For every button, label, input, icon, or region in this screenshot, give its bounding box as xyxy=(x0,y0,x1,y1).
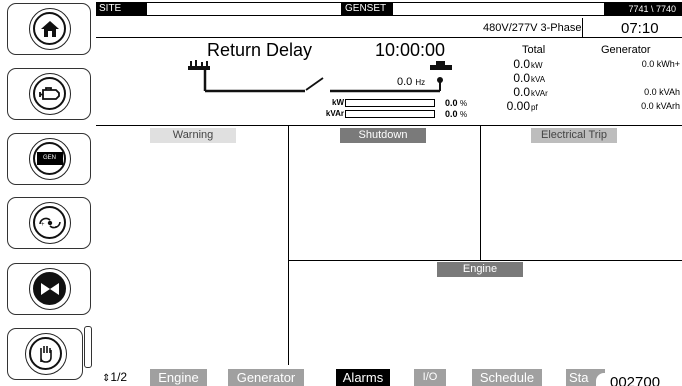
tab-engine[interactable]: Engine xyxy=(150,369,207,386)
generator-table: 0.0 kWh+ 0.0 kVAh 0.0 kVArh xyxy=(595,59,680,115)
state-label: Return Delay xyxy=(207,40,313,60)
tab-schedule[interactable]: Schedule xyxy=(472,369,542,386)
kw-percent: 0.0 % xyxy=(445,98,467,108)
totals-table: 0.0kW 0.0kVA 0.0kVAr 0.00pf xyxy=(490,57,580,113)
total-kw-unit: kW xyxy=(531,61,543,70)
side-scrollbar[interactable] xyxy=(84,326,92,368)
panel-divider-right xyxy=(480,125,481,260)
page-indicator-text: 1/2 xyxy=(110,370,128,384)
genset-name-field xyxy=(392,2,605,16)
panel-divider-left xyxy=(288,125,289,365)
kvar-bar-label: kVAr xyxy=(325,109,344,118)
home-button[interactable] xyxy=(7,3,91,55)
frequency-readout: 0.0 Hz xyxy=(397,76,425,88)
generator-header: Generator xyxy=(601,44,651,56)
figure-reference-overlay: 002700 xyxy=(596,373,682,386)
generator-icon: GEN xyxy=(36,152,63,165)
site-label: SITE xyxy=(96,2,146,16)
auto-mode-icon: + - xyxy=(38,217,61,230)
kvar-percent: 0.0 % xyxy=(445,109,467,119)
device-ids: 7741 \ 7740 xyxy=(605,2,682,16)
total-pf-value: 0.00 xyxy=(506,99,530,113)
total-pf-unit: pf xyxy=(531,103,538,112)
stop-icon xyxy=(40,282,59,295)
gen-blank xyxy=(595,73,680,87)
total-kw-value: 0.0 xyxy=(513,57,530,71)
total-kvar-unit: kVAr xyxy=(531,89,548,98)
total-kvar-value: 0.0 xyxy=(513,85,530,99)
total-kva-unit: kVA xyxy=(531,75,546,84)
panels-top-border xyxy=(96,125,682,126)
svg-text:-: - xyxy=(55,224,57,230)
kw-bar xyxy=(345,99,435,107)
shutdown-panel-header[interactable]: Shutdown xyxy=(340,128,426,143)
breaker-switch-icon xyxy=(305,77,324,91)
page-indicator[interactable]: ⇕1/2 xyxy=(102,370,127,384)
manual-hand-icon xyxy=(39,345,52,363)
electrical-trip-panel-header[interactable]: Electrical Trip xyxy=(531,128,617,143)
warning-panel-header[interactable]: Warning xyxy=(150,128,236,143)
engine-panel-header[interactable]: Engine xyxy=(437,262,523,277)
total-kw: 0.0kW xyxy=(490,57,580,71)
kvar-percent-unit: % xyxy=(460,110,468,119)
header-divider xyxy=(96,37,682,38)
gen-kvah: 0.0 kVAh xyxy=(595,87,680,101)
genset-icon xyxy=(430,61,452,70)
tab-alarms[interactable]: Alarms xyxy=(336,369,390,386)
kvar-percent-value: 0.0 xyxy=(445,109,458,119)
kw-percent-value: 0.0 xyxy=(445,98,458,108)
side-button-column: GEN + - xyxy=(0,0,96,386)
utility-bus-icon xyxy=(188,60,210,70)
gen-kwh-unit: kWh+ xyxy=(656,59,680,69)
generator-button[interactable]: GEN xyxy=(7,133,91,185)
gen-kvarh-value: 0.0 xyxy=(641,101,654,111)
site-name-field xyxy=(146,2,342,16)
state-timer: 10:00:00 xyxy=(375,40,446,60)
total-pf: 0.00pf xyxy=(490,99,580,113)
frequency-value: 0.0 xyxy=(397,76,413,88)
kw-bar-label: kW xyxy=(332,98,344,107)
totals-header: Total xyxy=(522,44,546,56)
auto-mode-button[interactable]: + - xyxy=(7,197,91,249)
total-kvar: 0.0kVAr xyxy=(490,85,580,99)
gen-kvah-unit: kVAh xyxy=(659,87,680,97)
gen-kvah-value: 0.0 xyxy=(644,87,657,97)
engine-panel-top-border xyxy=(288,260,682,261)
voltage-config: 480V/277V 3-Phase xyxy=(483,22,582,34)
engine-button[interactable] xyxy=(7,68,91,120)
stop-button[interactable] xyxy=(7,263,91,315)
tab-io[interactable]: I/O xyxy=(414,369,446,386)
frequency-unit: Hz xyxy=(415,78,426,87)
tab-generator[interactable]: Generator xyxy=(228,369,304,386)
total-kva: 0.0kVA xyxy=(490,71,580,85)
gen-kwh-value: 0.0 xyxy=(641,59,655,69)
genset-label: GENSET xyxy=(342,2,392,16)
engine-icon xyxy=(38,86,60,100)
manual-button[interactable] xyxy=(7,328,83,380)
gen-kwh: 0.0 kWh+ xyxy=(595,59,680,73)
one-line-diagram xyxy=(188,60,452,93)
home-icon xyxy=(40,20,59,37)
gen-kvarh-unit: kVArh xyxy=(656,101,680,111)
svg-text:+: + xyxy=(41,222,45,228)
total-kva-value: 0.0 xyxy=(513,71,530,85)
gen-kvarh: 0.0 kVArh xyxy=(595,101,680,115)
kvar-bar xyxy=(345,110,435,118)
header-separator xyxy=(582,18,583,37)
kw-percent-unit: % xyxy=(460,99,468,108)
clock: 07:10 xyxy=(621,20,659,37)
